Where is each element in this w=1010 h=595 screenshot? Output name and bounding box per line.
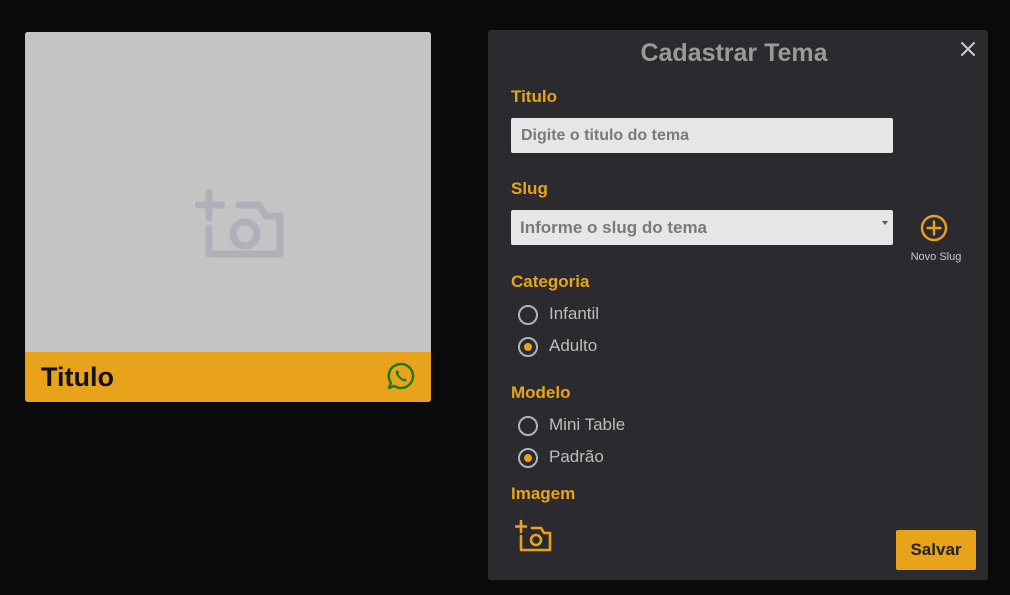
radio-dot: [524, 454, 532, 462]
radio-checked: [518, 337, 538, 357]
radio-label: Adulto: [549, 336, 598, 355]
save-button[interactable]: Salvar: [896, 530, 976, 570]
radio-dot: [524, 343, 532, 351]
preview-footer: Titulo: [25, 352, 431, 402]
register-theme-modal: Cadastrar Tema Titulo Slug Informe o slu…: [488, 30, 988, 580]
radio-checked: [518, 448, 538, 468]
chevron-down-icon: [882, 221, 888, 225]
new-slug-label: Novo Slug: [910, 251, 962, 263]
radio-label: Padrão: [549, 447, 604, 466]
slug-select-value: Informe o slug do tema: [520, 218, 708, 237]
add-photo-icon: [195, 188, 284, 258]
preview-title: Titulo: [41, 362, 114, 392]
slug-label: Slug: [511, 179, 548, 198]
modelo-label: Modelo: [511, 383, 571, 402]
close-icon[interactable]: [958, 39, 978, 59]
titulo-input[interactable]: [511, 118, 893, 153]
add-photo-icon[interactable]: [515, 519, 553, 553]
radio-label: Mini Table: [549, 415, 626, 434]
theme-preview-card: Titulo: [25, 32, 431, 402]
whatsapp-icon[interactable]: [386, 361, 416, 391]
imagem-label: Imagem: [511, 484, 576, 503]
new-slug-button[interactable]: Novo Slug: [898, 213, 974, 269]
titulo-label: Titulo: [511, 87, 557, 106]
radio-unchecked: [518, 416, 538, 436]
preview-image-placeholder[interactable]: [25, 32, 431, 352]
radio-label: Infantil: [549, 304, 600, 323]
plus-circle-icon: [920, 214, 948, 242]
categoria-label: Categoria: [511, 272, 590, 291]
radio-unchecked: [518, 305, 538, 325]
slug-select[interactable]: Informe o slug do tema: [511, 210, 893, 245]
modal-title: Cadastrar Tema: [640, 39, 828, 67]
